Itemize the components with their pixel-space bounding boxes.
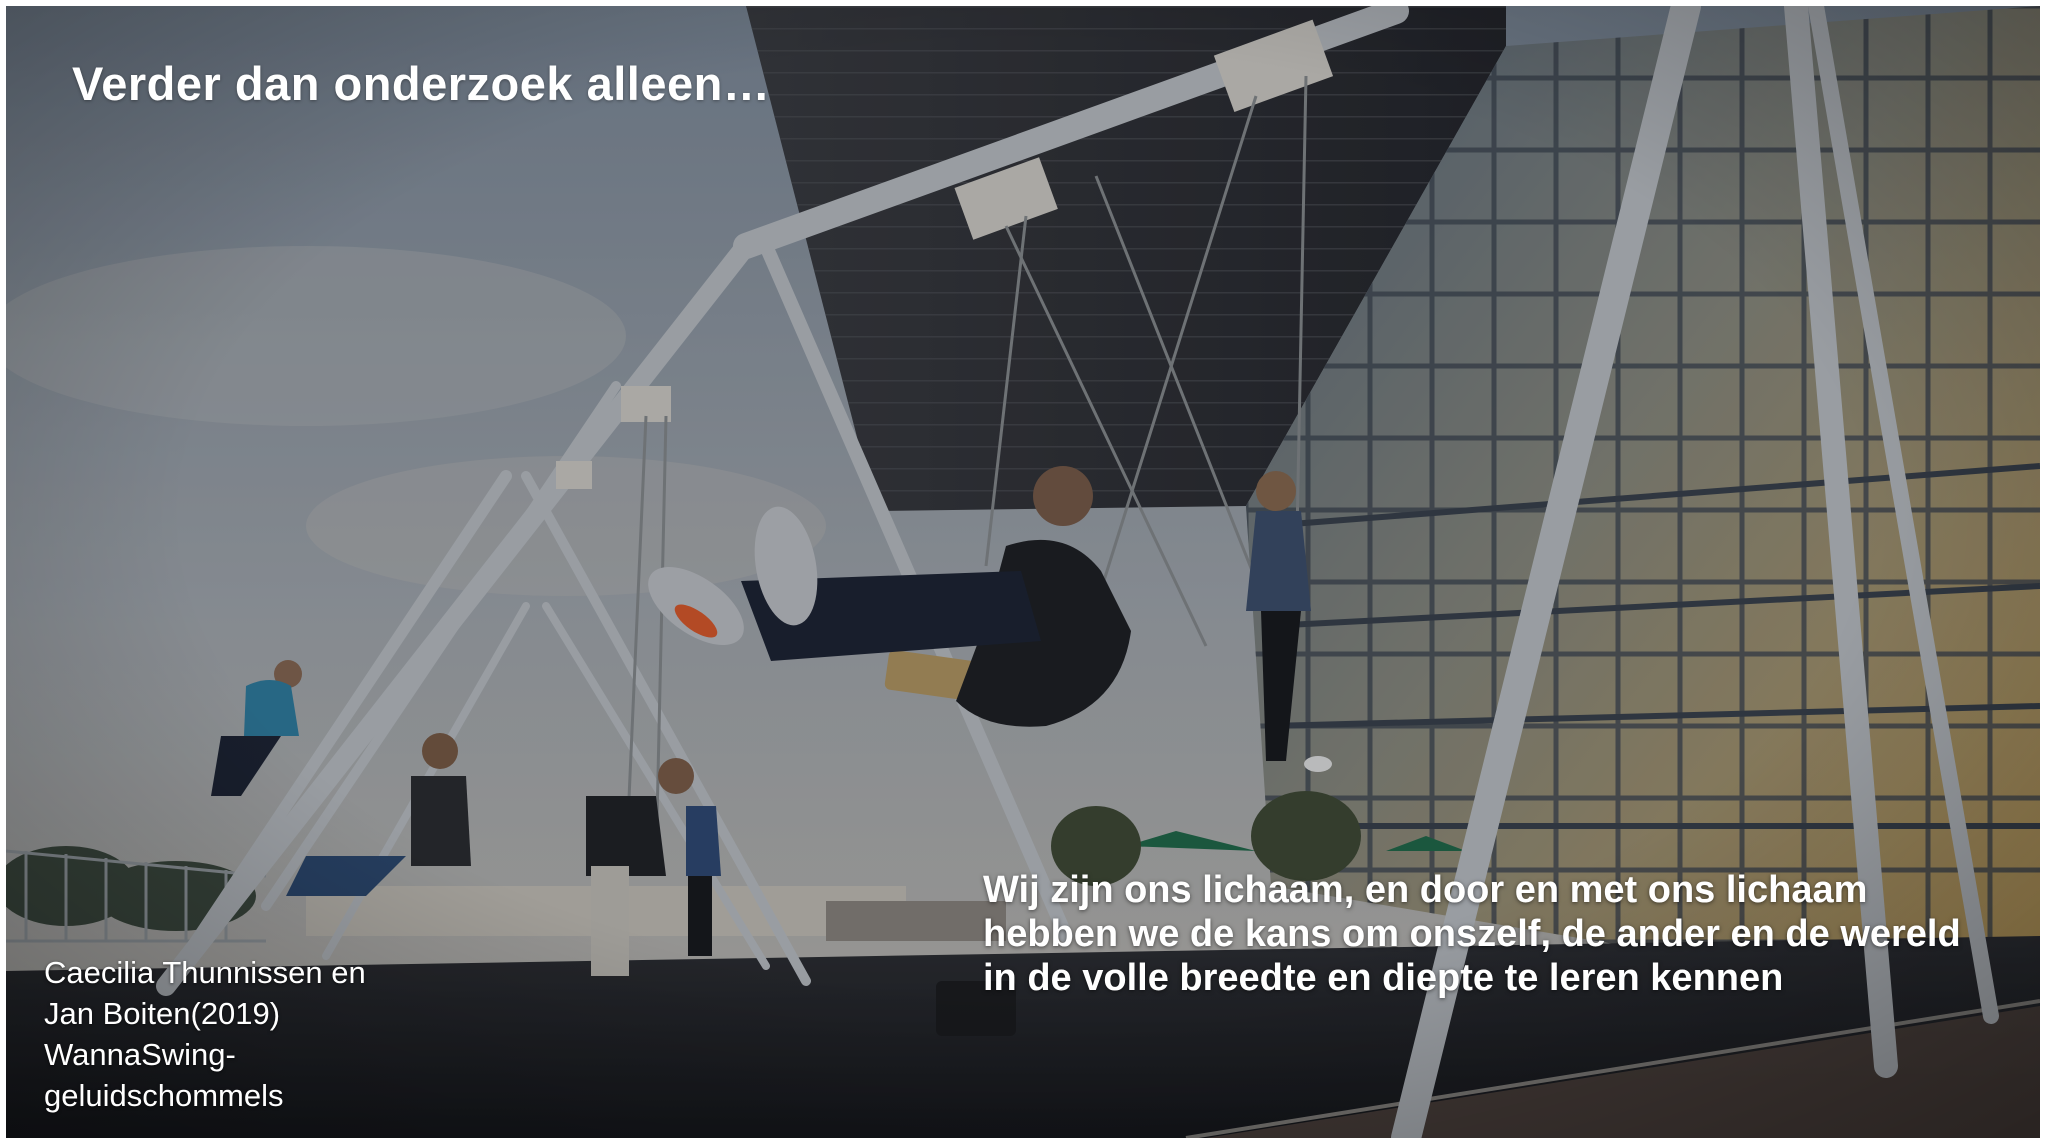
quote-text: Wij zijn ons lichaam, en door en met ons… (983, 869, 1961, 999)
photo-credit-line: geluidschommels (44, 1078, 284, 1113)
slide: Verder dan onderzoek alleen… Caecilia Th… (6, 6, 2040, 1138)
slide-title: Verder dan onderzoek alleen… (72, 57, 771, 110)
photo-credit: Caecilia Thunnissen en Jan Boiten(2019) … (44, 952, 404, 1116)
photo-credit-line: WannaSwing- (44, 1037, 236, 1072)
photo-credit-line: Jan Boiten(2019) (44, 996, 281, 1031)
photo-credit-line: Caecilia Thunnissen en (44, 955, 366, 990)
